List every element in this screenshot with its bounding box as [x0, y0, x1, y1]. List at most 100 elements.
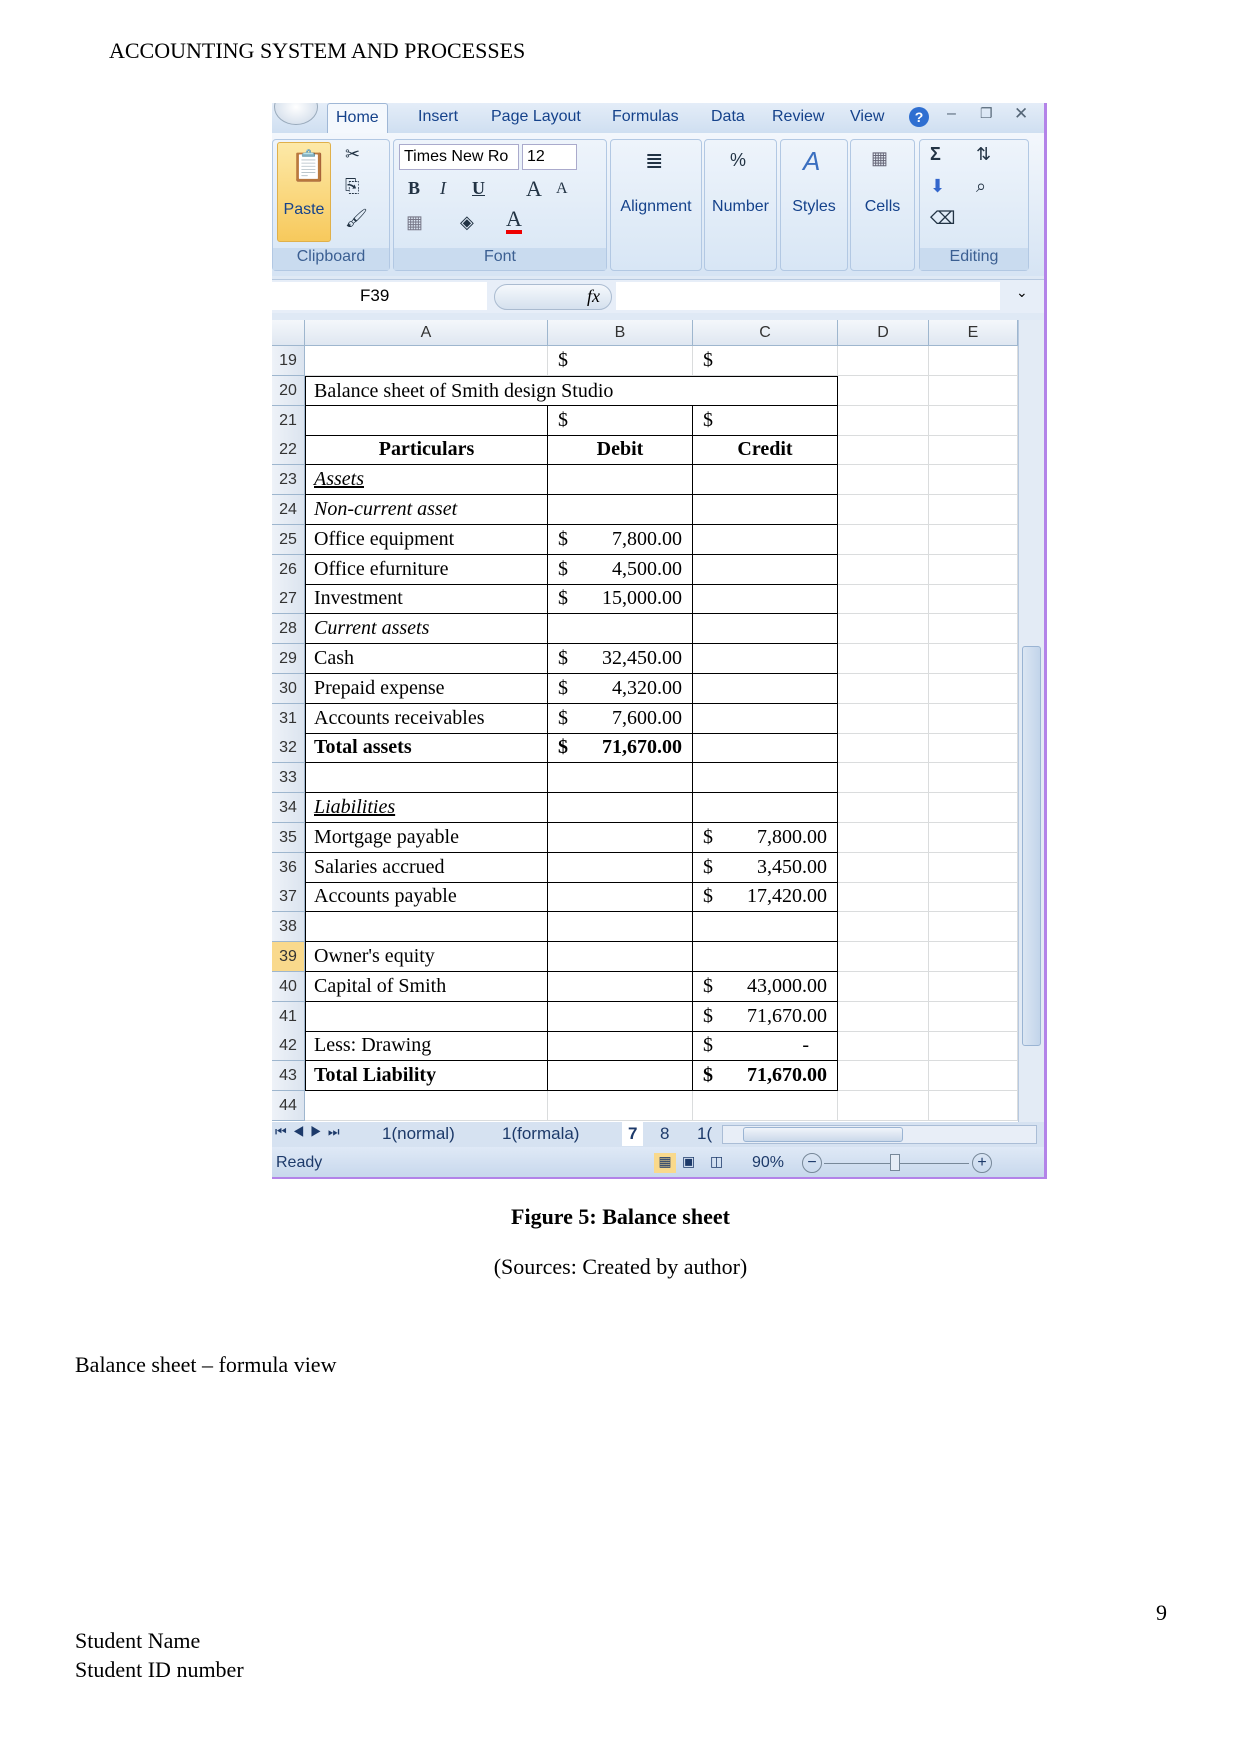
cell-d[interactable]: [838, 912, 929, 943]
cell-c[interactable]: [693, 942, 838, 972]
cell-a[interactable]: Less: Drawing: [305, 1031, 548, 1062]
cell-a[interactable]: [305, 763, 548, 794]
tab-home[interactable]: Home: [327, 103, 388, 133]
minimize-icon[interactable]: –: [947, 105, 956, 123]
cell-e[interactable]: [929, 375, 1018, 406]
help-icon[interactable]: ?: [909, 107, 929, 127]
cell-d[interactable]: [838, 495, 929, 525]
close-icon[interactable]: ✕: [1014, 104, 1028, 124]
cell-a[interactable]: Mortgage payable: [305, 822, 548, 853]
cell-c[interactable]: $: [693, 405, 838, 436]
cell-a[interactable]: Total assets: [305, 733, 548, 764]
select-all-button[interactable]: [272, 320, 305, 346]
row-header[interactable]: 37: [272, 882, 305, 913]
cell-b[interactable]: $4,320.00: [548, 673, 693, 704]
cell-c[interactable]: $17,420.00: [693, 882, 838, 913]
cell-a[interactable]: Liabilities: [305, 793, 548, 823]
row-header[interactable]: 28: [272, 614, 305, 645]
cell-c[interactable]: [693, 912, 838, 943]
cell-b[interactable]: [548, 1031, 693, 1062]
column-header-E[interactable]: E: [929, 320, 1018, 346]
expand-formula-bar-icon[interactable]: ⌄: [1016, 284, 1028, 301]
clear-icon[interactable]: ⌫: [930, 208, 955, 229]
cell-c[interactable]: [693, 554, 838, 585]
cell-e[interactable]: [929, 942, 1018, 972]
cell-a[interactable]: Accounts payable: [305, 882, 548, 913]
column-header-A[interactable]: A: [305, 320, 548, 346]
cell-e[interactable]: [929, 882, 1018, 913]
cell-title[interactable]: Balance sheet of Smith design Studio: [305, 375, 838, 406]
cell-c[interactable]: $71,670.00: [693, 1061, 838, 1092]
cell-b[interactable]: [548, 1061, 693, 1092]
cell-e[interactable]: [929, 495, 1018, 525]
sheet-tab[interactable]: 1(normal): [382, 1124, 455, 1144]
cell-c[interactable]: [693, 703, 838, 734]
tab-review[interactable]: Review: [772, 108, 824, 126]
row-header[interactable]: 30: [272, 673, 305, 704]
cell-a[interactable]: Owner's equity: [305, 942, 548, 972]
cell-b[interactable]: [548, 1001, 693, 1032]
row-header[interactable]: 38: [272, 912, 305, 943]
shrink-font-icon[interactable]: A: [556, 180, 568, 198]
cell-e[interactable]: [929, 673, 1018, 704]
cell-b[interactable]: [548, 793, 693, 823]
tab-formulas[interactable]: Formulas: [612, 108, 679, 126]
row-header[interactable]: 44: [272, 1091, 305, 1121]
cell-e[interactable]: [929, 733, 1018, 764]
cell-d[interactable]: [838, 614, 929, 645]
cell-b[interactable]: $: [548, 405, 693, 436]
cell-d[interactable]: [838, 375, 929, 406]
page-break-view-icon[interactable]: ◫: [710, 1153, 723, 1170]
cell-c[interactable]: [693, 733, 838, 764]
cell-d[interactable]: [838, 763, 929, 794]
cell-d[interactable]: [838, 971, 929, 1002]
cell-b[interactable]: [548, 822, 693, 853]
row-header[interactable]: 19: [272, 346, 305, 376]
cell-b[interactable]: [548, 495, 693, 525]
find-icon[interactable]: ⌕: [976, 176, 986, 197]
cell-b[interactable]: $: [548, 346, 693, 376]
cell-c[interactable]: [693, 763, 838, 794]
cell-c[interactable]: [693, 673, 838, 704]
cell-c[interactable]: [693, 584, 838, 615]
cell-d[interactable]: [838, 882, 929, 913]
cell-b[interactable]: [548, 614, 693, 645]
cell-a[interactable]: Office equipment: [305, 524, 548, 555]
scroll-thumb[interactable]: [743, 1127, 903, 1142]
sheet-tab-active[interactable]: 7: [622, 1122, 644, 1146]
underline-icon[interactable]: U: [472, 178, 485, 199]
sheet-tab[interactable]: 1(: [697, 1124, 713, 1144]
cell-b[interactable]: [548, 763, 693, 794]
cut-icon[interactable]: ✂: [345, 144, 360, 165]
normal-view-icon[interactable]: ▦: [654, 1153, 676, 1173]
group-number[interactable]: % Number: [704, 139, 777, 271]
cell-e[interactable]: [929, 912, 1018, 943]
cell-c[interactable]: [693, 614, 838, 645]
row-header[interactable]: 20: [272, 375, 305, 406]
cell-a[interactable]: [305, 346, 548, 376]
cell-d[interactable]: [838, 942, 929, 972]
cell-e[interactable]: [929, 703, 1018, 734]
fill-color-icon[interactable]: ◈: [460, 212, 474, 233]
cell-c[interactable]: Credit: [693, 435, 838, 466]
tab-insert[interactable]: Insert: [418, 108, 458, 126]
row-header[interactable]: 31: [272, 703, 305, 734]
cell-c[interactable]: [693, 465, 838, 496]
cell-e[interactable]: [929, 435, 1018, 466]
column-header-D[interactable]: D: [838, 320, 929, 346]
cell-a[interactable]: Total Liability: [305, 1061, 548, 1092]
italic-icon[interactable]: I: [440, 178, 446, 199]
cell-b[interactable]: [548, 942, 693, 972]
cell-c[interactable]: $43,000.00: [693, 971, 838, 1002]
cell-a[interactable]: [305, 912, 548, 943]
cell-e[interactable]: [929, 1091, 1018, 1121]
row-header[interactable]: 21: [272, 405, 305, 436]
cell-b[interactable]: [548, 882, 693, 913]
cell-d[interactable]: [838, 1031, 929, 1062]
row-header[interactable]: 23: [272, 465, 305, 496]
cell-e[interactable]: [929, 822, 1018, 853]
page-layout-view-icon[interactable]: ▣: [682, 1153, 695, 1170]
cell-d[interactable]: [838, 1061, 929, 1092]
copy-icon[interactable]: ⎘: [345, 176, 359, 197]
cell-b[interactable]: [548, 465, 693, 496]
